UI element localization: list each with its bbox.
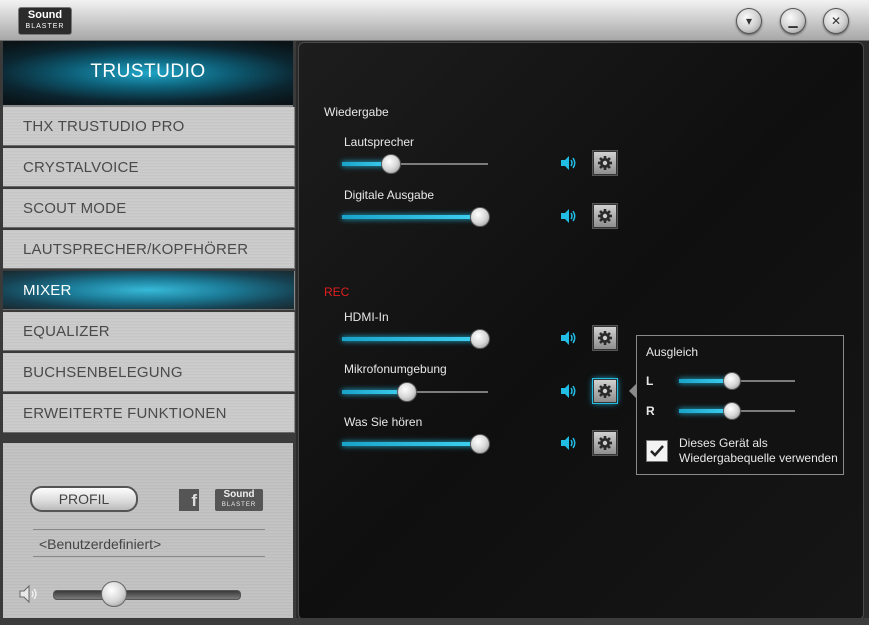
channel-label-hdmi-in: HDMI-In bbox=[344, 310, 389, 324]
channel-slider-hdmi-in[interactable] bbox=[342, 329, 491, 349]
balance-right-label: R bbox=[646, 404, 655, 418]
channel-slider-fill bbox=[342, 215, 480, 219]
playback-source-checkbox-label: Dieses Gerät als Wiedergabequelle verwen… bbox=[679, 436, 838, 465]
gear-icon[interactable] bbox=[593, 431, 617, 455]
channel-label-mikrofonumgebung: Mikrofonumgebung bbox=[344, 362, 447, 376]
gear-icon[interactable] bbox=[593, 204, 617, 228]
master-volume-track[interactable] bbox=[53, 590, 241, 600]
sidebar-item-buchsenbelegung[interactable]: BUCHSENBELEGUNG bbox=[3, 353, 295, 392]
speaker-icon[interactable] bbox=[560, 208, 578, 224]
speaker-icon[interactable] bbox=[560, 435, 578, 451]
speaker-icon[interactable] bbox=[560, 155, 578, 171]
balance-left-slider[interactable] bbox=[679, 372, 795, 390]
dropdown-menu-icon[interactable]: ▾ bbox=[736, 8, 762, 34]
sidebar-item-lautsprecher-kopfhoerer[interactable]: LAUTSPRECHER/KOPFHÖRER bbox=[3, 230, 295, 269]
balance-right-slider[interactable] bbox=[679, 402, 795, 420]
speaker-icon[interactable] bbox=[560, 383, 578, 399]
channel-slider-fill bbox=[342, 442, 480, 446]
balance-popup-title: Ausgleich bbox=[646, 345, 699, 359]
sidebar-item-crystalvoice[interactable]: CRYSTALVOICE bbox=[3, 148, 295, 187]
sound-blaster-link-icon[interactable]: Sound BLASTER bbox=[215, 489, 263, 511]
balance-popup: Ausgleich L R Dieses Gerät als Wiedergab… bbox=[636, 335, 844, 475]
sidebar-item-mixer[interactable]: MIXER bbox=[3, 271, 295, 310]
minimize-icon[interactable]: ▁ bbox=[780, 8, 806, 34]
gear-icon[interactable] bbox=[593, 379, 617, 403]
title-bar: Sound BLASTER ▾ ▁ ✕ bbox=[0, 0, 869, 41]
sound-blaster-logo: Sound BLASTER bbox=[18, 7, 72, 35]
profile-area: PROFIL f Sound BLASTER <Benutzerdefinier… bbox=[3, 443, 293, 625]
master-volume-speaker-icon[interactable] bbox=[17, 582, 41, 606]
trustudio-header[interactable]: TRUSTUDIO bbox=[3, 41, 293, 107]
playback-section-title: Wiedergabe bbox=[324, 105, 389, 119]
channel-label-lautsprecher: Lautsprecher bbox=[344, 135, 415, 149]
gear-icon[interactable] bbox=[593, 326, 617, 350]
balance-left-label: L bbox=[646, 374, 654, 388]
mixer-panel bbox=[298, 42, 864, 620]
channel-label-was-sie-h-ren: Was Sie hören bbox=[344, 415, 423, 429]
close-icon[interactable]: ✕ bbox=[823, 8, 849, 34]
popup-pointer bbox=[629, 384, 636, 398]
master-volume-thumb[interactable] bbox=[100, 581, 127, 607]
sidebar-item-scout-mode[interactable]: SCOUT MODE bbox=[3, 189, 295, 228]
balance-left-thumb[interactable] bbox=[723, 372, 742, 390]
balance-right-thumb[interactable] bbox=[723, 402, 742, 420]
channel-slider-lautsprecher[interactable] bbox=[342, 154, 488, 174]
gear-icon[interactable] bbox=[593, 151, 617, 175]
speaker-icon[interactable] bbox=[560, 330, 578, 346]
channel-slider-was-sie-h-ren[interactable] bbox=[342, 434, 491, 454]
checkmark-icon bbox=[650, 445, 664, 457]
channel-slider-fill bbox=[342, 337, 480, 341]
record-section-title: REC bbox=[324, 285, 350, 299]
facebook-icon[interactable]: f bbox=[179, 489, 199, 511]
sidebar: TRUSTUDIO THX TRUSTUDIO PRO CRYSTALVOICE… bbox=[0, 41, 296, 625]
playback-source-checkbox[interactable] bbox=[646, 440, 668, 462]
profile-preset-select[interactable]: <Benutzerdefiniert> bbox=[33, 529, 265, 557]
sidebar-item-thx-trustudio-pro[interactable]: THX TRUSTUDIO PRO bbox=[3, 107, 295, 146]
sidebar-nav: THX TRUSTUDIO PRO CRYSTALVOICE SCOUT MOD… bbox=[3, 107, 295, 435]
window-bottom-edge bbox=[0, 618, 869, 625]
channel-label-digitale-ausgabe: Digitale Ausgabe bbox=[344, 188, 435, 202]
channel-slider-digitale-ausgabe[interactable] bbox=[342, 207, 491, 227]
profile-button[interactable]: PROFIL bbox=[30, 486, 138, 512]
channel-slider-mikrofonumgebung[interactable] bbox=[342, 382, 488, 402]
sidebar-item-erweiterte-funktionen[interactable]: ERWEITERTE FUNKTIONEN bbox=[3, 394, 295, 433]
sidebar-item-equalizer[interactable]: EQUALIZER bbox=[3, 312, 295, 351]
